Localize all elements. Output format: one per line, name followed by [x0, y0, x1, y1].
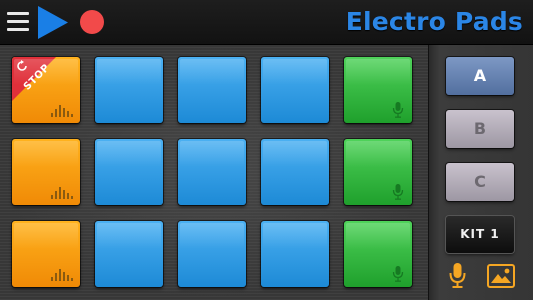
pad-r3-c4[interactable]	[261, 221, 329, 287]
equalizer-icon	[51, 105, 73, 117]
pad-r2-c3[interactable]	[178, 139, 246, 205]
kit-select-button[interactable]: KIT 1	[446, 216, 514, 253]
top-bar: Electro Pads	[0, 0, 533, 45]
bank-a-button[interactable]: A	[446, 57, 514, 95]
record-icon[interactable]	[80, 10, 104, 34]
pad-grid: STOP	[0, 45, 428, 300]
bank-c-button[interactable]: C	[446, 163, 514, 201]
app-title: Electro Pads	[345, 7, 523, 36]
microphone-icon	[392, 102, 404, 118]
pad-r1-c3[interactable]	[178, 57, 246, 123]
pad-r2-c1[interactable]	[12, 139, 80, 205]
microphone-icon	[392, 184, 404, 200]
pad-r3-c3[interactable]	[178, 221, 246, 287]
pad-r3-c2[interactable]	[95, 221, 163, 287]
pad-r2-c5[interactable]	[344, 139, 412, 205]
stop-loop-icon	[17, 60, 27, 71]
pad-r3-c1[interactable]	[12, 221, 80, 287]
menu-icon[interactable]	[7, 12, 29, 32]
bank-b-button[interactable]: B	[446, 110, 514, 148]
pad-r1-c2[interactable]	[95, 57, 163, 123]
pad-r3-c5[interactable]	[344, 221, 412, 287]
pad-r1-c1[interactable]: STOP	[12, 57, 80, 123]
pad-r1-c5[interactable]	[344, 57, 412, 123]
equalizer-icon	[51, 269, 73, 281]
pad-r2-c2[interactable]	[95, 139, 163, 205]
microphone-icon[interactable]	[449, 263, 466, 289]
kit-panel: A B C KIT 1	[428, 45, 533, 300]
image-icon[interactable]	[487, 264, 515, 288]
pad-r2-c4[interactable]	[261, 139, 329, 205]
pad-r1-c4[interactable]	[261, 57, 329, 123]
microphone-icon	[392, 266, 404, 282]
equalizer-icon	[51, 187, 73, 199]
play-icon[interactable]	[36, 5, 69, 40]
